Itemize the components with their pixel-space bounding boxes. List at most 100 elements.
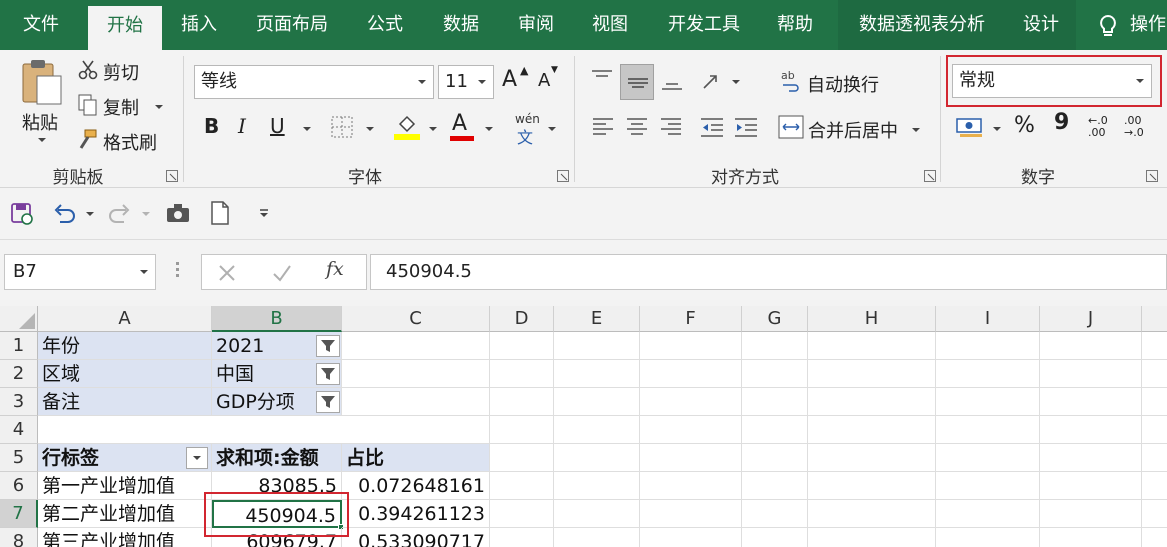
row-header-7[interactable]: 7 bbox=[0, 500, 38, 528]
column-header-c[interactable]: C bbox=[342, 306, 490, 332]
tab-design[interactable]: 设计 bbox=[1006, 0, 1076, 50]
tab-data[interactable]: 数据 bbox=[430, 0, 492, 50]
worksheet-grid[interactable]: A B C D E F G H I J 1 2 3 4 5 6 7 8 年份 2… bbox=[0, 306, 1167, 547]
tab-page-layout[interactable]: 页面布局 bbox=[246, 0, 338, 50]
tab-home[interactable]: 开始 bbox=[88, 6, 162, 50]
clipboard-launcher-icon[interactable] bbox=[166, 170, 178, 182]
cell-a6[interactable]: 第一产业增加值 bbox=[38, 472, 212, 500]
autosave-icon[interactable] bbox=[10, 202, 34, 226]
column-header-i[interactable]: I bbox=[936, 306, 1040, 332]
cell-c7[interactable]: 0.394261123 bbox=[342, 500, 490, 528]
cell-a2[interactable]: 区域 bbox=[38, 360, 212, 388]
font-size-caret-icon[interactable] bbox=[478, 80, 486, 84]
name-box-caret-icon[interactable] bbox=[140, 270, 148, 274]
cell-c3[interactable] bbox=[342, 388, 490, 416]
formula-input[interactable]: 450904.5 bbox=[370, 254, 1167, 290]
align-left-icon[interactable] bbox=[592, 116, 614, 138]
select-all-corner[interactable] bbox=[0, 306, 38, 332]
filter-button-region[interactable] bbox=[316, 363, 340, 385]
currency-icon[interactable] bbox=[956, 116, 984, 138]
font-color-button[interactable]: A bbox=[452, 111, 467, 136]
row-header-6[interactable]: 6 bbox=[0, 472, 38, 500]
number-launcher-icon[interactable] bbox=[1146, 170, 1158, 182]
number-format-combo[interactable]: 常规 bbox=[952, 64, 1152, 98]
decrease-indent-icon[interactable] bbox=[700, 116, 724, 138]
enter-check-icon[interactable] bbox=[272, 264, 292, 282]
insert-function-button[interactable]: fx bbox=[326, 258, 344, 280]
filter-button-year[interactable] bbox=[316, 335, 340, 357]
undo-icon[interactable] bbox=[52, 202, 76, 224]
paste-caret-icon[interactable] bbox=[38, 138, 46, 142]
column-header-e[interactable]: E bbox=[554, 306, 640, 332]
column-header-h[interactable]: H bbox=[808, 306, 936, 332]
format-painter-icon[interactable] bbox=[76, 128, 98, 150]
cell-a8[interactable]: 第三产业增加值 bbox=[38, 528, 212, 547]
phonetic-bottom-label[interactable]: 文 bbox=[517, 124, 533, 148]
underline-button[interactable]: U bbox=[270, 114, 285, 138]
filter-button-note[interactable] bbox=[316, 391, 340, 413]
cell-a3[interactable]: 备注 bbox=[38, 388, 212, 416]
cell-c1[interactable] bbox=[342, 332, 490, 360]
alignment-launcher-icon[interactable] bbox=[924, 170, 936, 182]
new-document-icon[interactable] bbox=[210, 201, 230, 225]
currency-caret-icon[interactable] bbox=[993, 127, 1001, 131]
cut-button[interactable]: 剪切 bbox=[103, 59, 139, 85]
redo-caret-icon[interactable] bbox=[142, 212, 150, 216]
align-top-icon[interactable] bbox=[590, 68, 614, 88]
tab-insert[interactable]: 插入 bbox=[168, 0, 230, 50]
row-header-8[interactable]: 8 bbox=[0, 528, 38, 547]
customize-qat-icon[interactable] bbox=[258, 208, 270, 218]
column-header-k[interactable] bbox=[1142, 306, 1167, 332]
align-center-icon[interactable] bbox=[626, 116, 648, 138]
increase-indent-icon[interactable] bbox=[734, 116, 758, 138]
fill-color-icon[interactable] bbox=[394, 112, 420, 140]
tab-formulas[interactable]: 公式 bbox=[356, 0, 414, 50]
shrink-font-button[interactable]: A bbox=[538, 70, 550, 91]
cell-c2[interactable] bbox=[342, 360, 490, 388]
font-color-caret-icon[interactable] bbox=[485, 127, 493, 131]
paste-label[interactable]: 粘贴 bbox=[22, 109, 58, 135]
merge-center-button[interactable]: 合并后居中 bbox=[808, 117, 898, 143]
format-painter-button[interactable]: 格式刷 bbox=[103, 129, 157, 155]
cell-c6[interactable]: 0.072648161 bbox=[342, 472, 490, 500]
wrap-text-icon[interactable]: ab bbox=[780, 68, 802, 94]
font-size-combo[interactable]: 11 bbox=[438, 65, 494, 99]
cell-a7[interactable]: 第二产业增加值 bbox=[38, 500, 212, 528]
copy-button[interactable]: 复制 bbox=[103, 94, 139, 120]
row-header-5[interactable]: 5 bbox=[0, 444, 38, 472]
grow-font-button[interactable]: A bbox=[502, 67, 517, 92]
wrap-text-button[interactable]: 自动换行 bbox=[807, 71, 879, 97]
tab-help[interactable]: 帮助 bbox=[764, 0, 826, 50]
phonetic-caret-icon[interactable] bbox=[548, 127, 556, 131]
formula-bar-grip[interactable] bbox=[176, 262, 179, 282]
merge-caret-icon[interactable] bbox=[912, 128, 920, 132]
bold-button[interactable]: B bbox=[204, 114, 219, 138]
underline-caret-icon[interactable] bbox=[303, 127, 311, 131]
column-header-g[interactable]: G bbox=[742, 306, 808, 332]
font-name-combo[interactable]: 等线 bbox=[194, 65, 434, 99]
tab-file[interactable]: 文件 bbox=[8, 0, 74, 50]
cancel-icon[interactable] bbox=[218, 264, 236, 282]
row-header-2[interactable]: 2 bbox=[0, 360, 38, 388]
tab-view[interactable]: 视图 bbox=[580, 0, 640, 50]
italic-button[interactable]: I bbox=[238, 114, 246, 138]
tab-developer[interactable]: 开发工具 bbox=[658, 0, 750, 50]
column-header-b[interactable]: B bbox=[212, 306, 342, 332]
cell-b5[interactable]: 求和项:金额 bbox=[212, 444, 342, 472]
merge-center-icon[interactable] bbox=[778, 115, 804, 139]
cell-c8[interactable]: 0.533090717 bbox=[342, 528, 490, 547]
row-header-3[interactable]: 3 bbox=[0, 388, 38, 416]
orientation-icon[interactable] bbox=[700, 70, 724, 94]
copy-icon[interactable] bbox=[78, 94, 98, 116]
comma-style-button[interactable]: 9 bbox=[1054, 110, 1069, 135]
column-header-f[interactable]: F bbox=[640, 306, 742, 332]
column-header-a[interactable]: A bbox=[38, 306, 212, 332]
cell-a1[interactable]: 年份 bbox=[38, 332, 212, 360]
cell-c5[interactable]: 占比 bbox=[342, 444, 490, 472]
row-header-1[interactable]: 1 bbox=[0, 332, 38, 360]
number-format-caret-icon[interactable] bbox=[1136, 79, 1144, 83]
redo-icon[interactable] bbox=[108, 202, 132, 224]
tab-pivot-analyze[interactable]: 数据透视表分析 bbox=[838, 0, 1006, 50]
lightbulb-icon[interactable] bbox=[1094, 12, 1122, 40]
paste-icon[interactable] bbox=[20, 58, 64, 108]
